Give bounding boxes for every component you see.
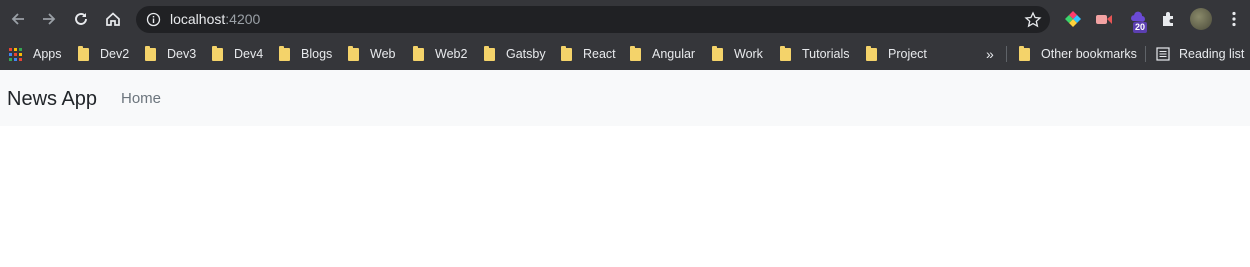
bookmark-label: Web2 bbox=[435, 47, 468, 61]
bookmark-folder[interactable]: Web2 bbox=[413, 44, 467, 64]
bookmarks-bar: Apps Dev2 Dev3 Dev4 Blogs Web Web2 Gatsb… bbox=[0, 38, 1250, 70]
folder-icon bbox=[780, 45, 791, 61]
folder-icon bbox=[1019, 45, 1030, 61]
kebab-menu-icon[interactable] bbox=[1224, 9, 1244, 29]
bookmark-label: Apps bbox=[33, 47, 62, 61]
url-host: localhost bbox=[170, 11, 226, 27]
bookmark-label: Dev2 bbox=[100, 47, 130, 61]
puzzle-icon[interactable] bbox=[1159, 9, 1179, 29]
bookmark-folder[interactable]: Work bbox=[712, 44, 763, 64]
reading-list[interactable]: Reading list bbox=[1156, 44, 1244, 64]
bookmark-label: Dev3 bbox=[167, 47, 197, 61]
bookmark-label: Gatsby bbox=[506, 47, 546, 61]
bookmark-label: Project bbox=[888, 47, 927, 61]
bookmark-label: Blogs bbox=[301, 47, 333, 61]
bookmark-folder[interactable]: Angular bbox=[630, 44, 695, 64]
reading-list-icon bbox=[1156, 47, 1170, 61]
chevron-double-right-icon: » bbox=[986, 46, 994, 62]
folder-icon bbox=[712, 45, 723, 61]
bookmark-folder[interactable]: Dev2 bbox=[78, 44, 129, 64]
folder-icon bbox=[630, 45, 641, 61]
url-port: :4200 bbox=[225, 11, 261, 27]
address-bar[interactable]: localhost:4200 bbox=[136, 6, 1050, 33]
reading-list-label: Reading list bbox=[1179, 47, 1245, 61]
reload-button[interactable] bbox=[69, 7, 93, 31]
navbar-brand[interactable]: News App bbox=[7, 87, 97, 111]
url-text[interactable]: localhost:4200 bbox=[170, 11, 260, 28]
folder-icon bbox=[212, 45, 223, 61]
folder-icon bbox=[866, 45, 877, 61]
bookmark-apps[interactable]: Apps bbox=[9, 44, 62, 64]
bookmark-star-icon[interactable] bbox=[1024, 11, 1042, 29]
folder-icon bbox=[561, 45, 572, 61]
reload-icon bbox=[75, 13, 87, 25]
folder-icon bbox=[78, 45, 89, 61]
bookmark-folder[interactable]: React bbox=[561, 44, 616, 64]
info-icon[interactable] bbox=[146, 12, 161, 27]
folder-icon bbox=[348, 45, 359, 61]
bookmark-label: Tutorials bbox=[802, 47, 850, 61]
extension-badge: 20 bbox=[1133, 22, 1148, 33]
page-content: News App Home bbox=[0, 70, 1250, 267]
bookmark-label: Angular bbox=[652, 47, 696, 61]
avatar[interactable] bbox=[1190, 8, 1212, 30]
bookmark-folder[interactable]: Web bbox=[348, 44, 395, 64]
bookmark-folder[interactable]: Tutorials bbox=[780, 44, 849, 64]
folder-icon bbox=[484, 45, 495, 61]
other-bookmarks[interactable]: Other bookmarks bbox=[1019, 44, 1137, 64]
forward-button[interactable] bbox=[37, 7, 61, 31]
browser-toolbar: localhost:4200 20 bbox=[0, 0, 1250, 38]
bookmark-folder[interactable]: Project bbox=[866, 44, 927, 64]
bookmark-label: React bbox=[583, 47, 616, 61]
bookmark-folder[interactable]: Blogs bbox=[279, 44, 332, 64]
video-extension-icon[interactable] bbox=[1094, 9, 1114, 29]
bookmark-folder[interactable]: Dev3 bbox=[145, 44, 196, 64]
arrow-left-icon bbox=[11, 13, 24, 25]
home-icon bbox=[106, 12, 120, 26]
browser-chrome: localhost:4200 20 Apps Dev2 Dev3 Dev4 Bl… bbox=[0, 0, 1250, 70]
apps-grid-icon bbox=[9, 47, 22, 61]
bookmark-label: Work bbox=[734, 47, 763, 61]
app-navbar: News App Home bbox=[0, 70, 1250, 126]
arrow-right-icon bbox=[43, 13, 56, 25]
back-button[interactable] bbox=[6, 7, 30, 31]
bookmarks-divider bbox=[1006, 46, 1007, 62]
other-bookmarks-label: Other bookmarks bbox=[1041, 47, 1137, 61]
folder-icon bbox=[279, 45, 290, 61]
folder-icon bbox=[413, 45, 424, 61]
bookmark-label: Web bbox=[370, 47, 396, 61]
bookmark-folder[interactable]: Dev4 bbox=[212, 44, 263, 64]
nav-link-home[interactable]: Home bbox=[121, 90, 161, 108]
color-extension-icon[interactable] bbox=[1063, 9, 1083, 29]
bookmarks-overflow-button[interactable]: » bbox=[986, 44, 994, 64]
bookmarks-divider bbox=[1145, 46, 1146, 62]
bookmark-folder[interactable]: Gatsby bbox=[484, 44, 546, 64]
folder-icon bbox=[145, 45, 156, 61]
bookmark-label: Dev4 bbox=[234, 47, 264, 61]
home-button[interactable] bbox=[101, 7, 125, 31]
